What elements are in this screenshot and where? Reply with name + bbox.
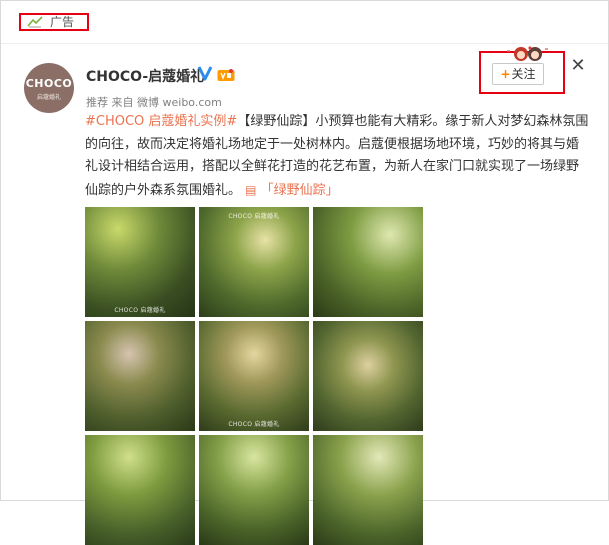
post-text: #CHOCO 启蔻婚礼实例#【绿野仙踪】小预算也能有大精彩。缘于新人对梦幻森林氛…	[85, 111, 590, 202]
weibo-post-card: 广告 CHOCO 启蔻婚礼 CHOCO-启蔻婚礼 推荐 来自 微博 weibo.…	[0, 0, 609, 545]
close-icon[interactable]: ✕	[569, 57, 587, 75]
photo-thumb[interactable]: CHOCO 启蔻婚礼	[199, 321, 309, 431]
article-link[interactable]: 「绿野仙踪」	[261, 183, 339, 198]
post-meta: 推荐 来自 微博 weibo.com	[86, 94, 222, 110]
ad-bar: 广告	[1, 1, 608, 44]
avatar-sub-text: 启蔻婚礼	[36, 94, 61, 101]
avatar-logo-text: CHOCO	[25, 77, 73, 90]
avatar[interactable]: CHOCO 启蔻婚礼	[24, 63, 74, 113]
photo-watermark: CHOCO 启蔻婚礼	[228, 213, 280, 220]
follow-plus: +	[500, 67, 511, 81]
photo-thumb[interactable]	[313, 321, 423, 431]
ad-label: 广告	[50, 15, 75, 29]
follow-button[interactable]: +关注	[492, 63, 544, 85]
photo-watermark: CHOCO 启蔻婚礼	[114, 307, 166, 314]
author-name[interactable]: CHOCO-启蔻婚礼	[86, 66, 204, 86]
ad-label-box: 广告	[19, 13, 89, 31]
photo-thumb[interactable]: CHOCO 启蔻婚礼	[199, 207, 309, 317]
photo-thumb[interactable]	[313, 207, 423, 317]
photo-thumb[interactable]	[313, 435, 423, 545]
photo-watermark: CHOCO 启蔻婚礼	[228, 421, 280, 428]
photo-thumb[interactable]	[85, 435, 195, 545]
article-icon: ▤	[245, 182, 257, 197]
verified-v-icon	[197, 66, 213, 81]
promotion-icon	[27, 16, 43, 28]
hashtag-link[interactable]: #CHOCO 启蔻婚礼实例#	[85, 114, 237, 129]
recommend-label: 推荐	[86, 96, 108, 109]
photo-thumb[interactable]	[85, 321, 195, 431]
photo-thumb[interactable]	[199, 435, 309, 545]
post-source[interactable]: 来自 微博 weibo.com	[112, 96, 222, 109]
photo-thumb[interactable]: CHOCO 启蔻婚礼	[85, 207, 195, 317]
follow-label: 关注	[511, 67, 536, 81]
vip-icon[interactable]	[217, 68, 235, 82]
